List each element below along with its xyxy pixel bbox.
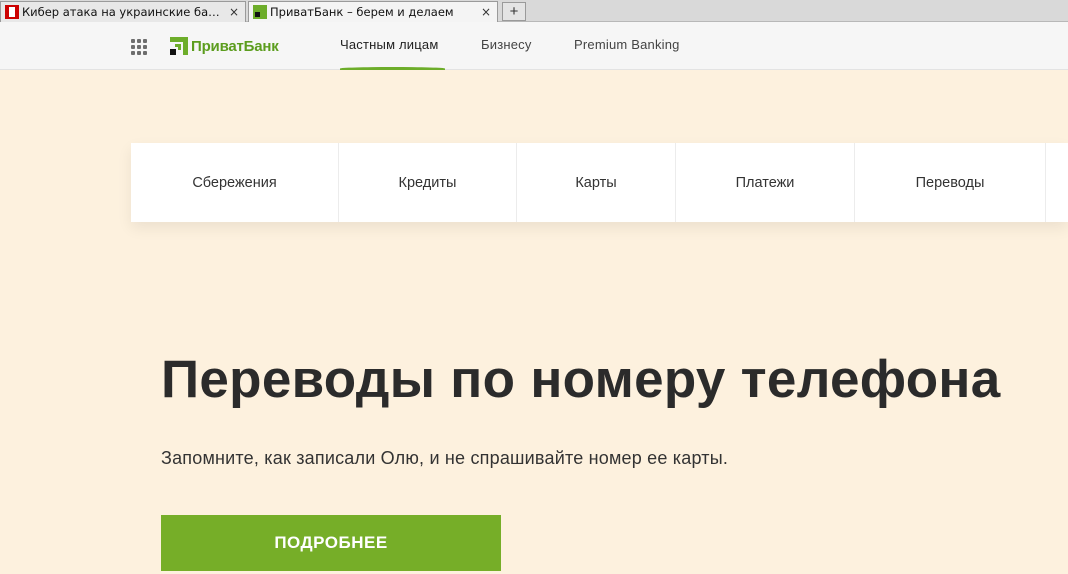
tab-title: ПриватБанк – берем и делаем: [270, 5, 454, 19]
menu-item-payments[interactable]: Платежи: [676, 143, 855, 222]
logo-mark-icon: [170, 37, 188, 55]
browser-tab-yandex[interactable]: Кибер атака на украинские банки. - Я... …: [0, 1, 246, 22]
close-icon[interactable]: ×: [479, 5, 493, 19]
nav-private-clients[interactable]: Частным лицам: [340, 37, 438, 52]
logo-text: ПриватБанк: [191, 37, 279, 55]
yandex-favicon-icon: [5, 5, 19, 19]
menu-item-more[interactable]: [1046, 143, 1068, 222]
new-tab-button[interactable]: +: [502, 2, 526, 21]
hero-title: Переводы по номеру телефона: [161, 350, 1001, 409]
browser-tab-privatbank[interactable]: ПриватБанк – берем и делаем ×: [248, 1, 498, 22]
nav-premium-banking[interactable]: Premium Banking: [574, 37, 680, 52]
hero-subtitle: Запомните, как записали Олю, и не спраши…: [161, 448, 729, 468]
menu-item-cards[interactable]: Карты: [517, 143, 676, 222]
active-nav-indicator: [340, 67, 445, 70]
more-details-button[interactable]: ПОДРОБНЕЕ: [161, 515, 501, 571]
close-icon[interactable]: ×: [227, 5, 241, 19]
apps-grid-icon[interactable]: [131, 39, 147, 55]
privatbank-favicon-icon: [253, 5, 267, 19]
menu-item-transfers[interactable]: Переводы: [855, 143, 1046, 222]
tab-title: Кибер атака на украинские банки. - Я...: [22, 5, 225, 19]
category-menu: Сбережения Кредиты Карты Платежи Перевод…: [131, 143, 1068, 222]
site-header: ПриватБанк Частным лицам Бизнесу Premium…: [0, 22, 1068, 70]
menu-item-credits[interactable]: Кредиты: [339, 143, 517, 222]
menu-item-savings[interactable]: Сбережения: [131, 143, 339, 222]
browser-tab-strip: Кибер атака на украинские банки. - Я... …: [0, 0, 1068, 22]
privatbank-logo[interactable]: ПриватБанк: [170, 36, 279, 56]
nav-business[interactable]: Бизнесу: [481, 37, 532, 52]
